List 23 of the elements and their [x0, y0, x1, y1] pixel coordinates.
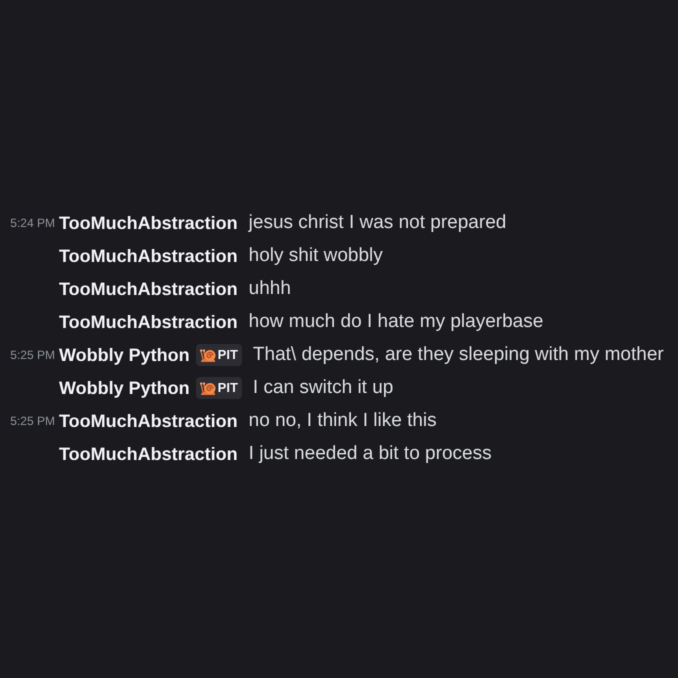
username[interactable]: TooMuchAbstraction	[59, 408, 238, 432]
message-text: I can switch it up	[252, 376, 394, 400]
username[interactable]: Wobbly Python	[59, 342, 190, 366]
message-text: no no, I think I like this	[248, 408, 437, 432]
message-text: holy shit wobbly	[248, 244, 383, 268]
username[interactable]: TooMuchAbstraction	[59, 276, 238, 300]
timestamp: 5:24 PM	[10, 214, 55, 230]
username[interactable]: TooMuchAbstraction	[59, 310, 238, 334]
timestamp: 5:25 PM	[10, 412, 55, 428]
message-text: how much do I hate my playerbase	[248, 310, 544, 334]
snail-icon	[200, 346, 216, 362]
username[interactable]: TooMuchAbstraction	[59, 244, 238, 268]
tag-label: PIT	[218, 380, 238, 396]
snail-icon	[200, 380, 216, 396]
message-text: I just needed a bit to process	[248, 442, 492, 466]
message-text: jesus christ I was not prepared	[248, 210, 506, 234]
message-text: That\ depends, are they sleeping with my mother	[252, 342, 664, 366]
username[interactable]: TooMuchAbstraction	[59, 210, 238, 234]
timestamp: 5:25 PM	[10, 346, 55, 362]
username[interactable]: Wobbly Python	[59, 376, 190, 400]
tag-label: PIT	[218, 346, 238, 362]
message-text: uhhh	[248, 276, 291, 300]
username[interactable]: TooMuchAbstraction	[59, 442, 238, 466]
